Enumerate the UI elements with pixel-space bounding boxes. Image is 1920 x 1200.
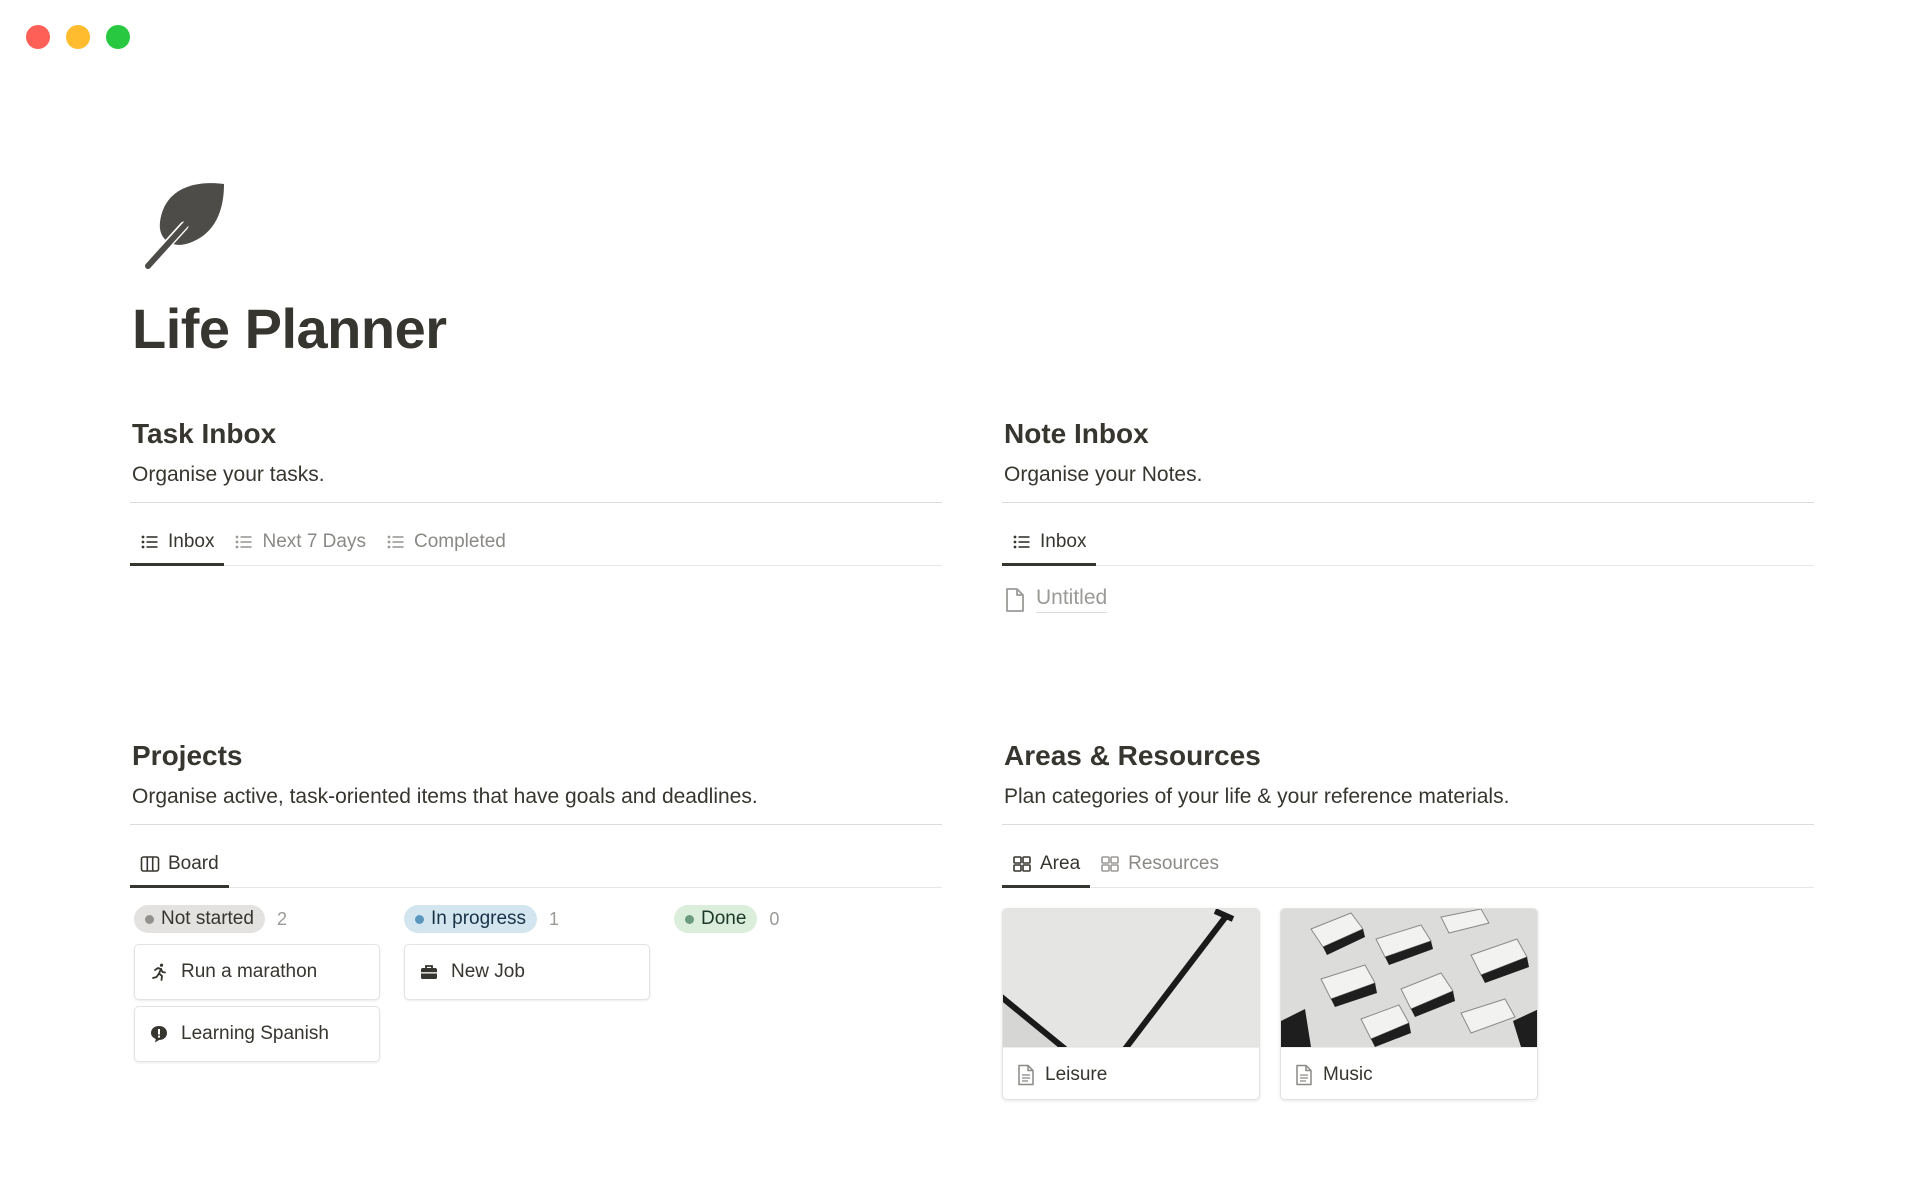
zoom-window-button[interactable]: [106, 25, 130, 49]
gallery-view: Leisure Music: [1002, 908, 1538, 1100]
list-icon: [1013, 535, 1030, 548]
task-inbox-tabs: Inbox Next 7 Days Completed: [130, 518, 942, 566]
tab-resources[interactable]: Resources: [1090, 840, 1229, 887]
status-badge[interactable]: Not started: [134, 905, 265, 933]
page-icon: [1006, 587, 1024, 612]
status-dot: [145, 914, 154, 924]
card-title: Leisure: [1045, 1063, 1108, 1085]
close-window-button[interactable]: [26, 25, 50, 49]
tab-label: Inbox: [168, 530, 215, 552]
tab-label: Board: [168, 852, 219, 874]
tab-board[interactable]: Board: [130, 840, 229, 888]
note-title: Untitled: [1036, 586, 1108, 613]
list-item[interactable]: Untitled: [1004, 586, 1108, 613]
board-column-in-progress: In progress 1 New Job: [404, 904, 650, 1068]
tab-completed[interactable]: Completed: [376, 518, 516, 565]
minimize-window-button[interactable]: [66, 25, 90, 49]
board-card[interactable]: Learning Spanish: [134, 1006, 380, 1062]
tab-next-7-days[interactable]: Next 7 Days: [224, 518, 375, 565]
tab-label: Next 7 Days: [262, 530, 366, 552]
column-count: 2: [276, 908, 287, 929]
divider: [1002, 502, 1814, 503]
leaf-icon[interactable]: [140, 178, 236, 274]
board-column-done: Done 0: [674, 904, 920, 1068]
status-dot: [415, 914, 424, 924]
divider: [130, 502, 942, 503]
areas-resources-section: Areas & Resources Plan categories of you…: [1002, 740, 1814, 1120]
card-title: Music: [1323, 1063, 1373, 1085]
status-label: In progress: [431, 908, 527, 929]
status-badge[interactable]: In progress: [404, 905, 538, 933]
tab-label: Resources: [1128, 852, 1219, 874]
gallery-card-leisure[interactable]: Leisure: [1002, 908, 1260, 1100]
abstract-lines-cover: [1003, 909, 1259, 1047]
gallery-icon: [1101, 855, 1119, 872]
page-icon: [1296, 1064, 1312, 1085]
task-inbox-description: Organise your tasks.: [132, 463, 325, 486]
scattered-blocks-cover: [1281, 909, 1537, 1047]
board-card[interactable]: Run a marathon: [134, 944, 380, 1000]
kanban-board: Not started 2 Run a marathon Learning Sp…: [134, 904, 920, 1068]
window-controls: [26, 25, 130, 49]
note-inbox-tabs: Inbox: [1002, 518, 1814, 566]
list-icon: [141, 535, 158, 548]
card-title: Learning Spanish: [181, 1023, 329, 1044]
board-column-not-started: Not started 2 Run a marathon Learning Sp…: [134, 904, 380, 1068]
board-card[interactable]: New Job: [404, 944, 650, 1000]
areas-resources-title[interactable]: Areas & Resources: [1004, 740, 1261, 772]
status-label: Done: [701, 908, 747, 929]
card-title: New Job: [451, 961, 525, 982]
briefcase-icon: [421, 965, 437, 979]
areas-resources-tabs: Area Resources: [1002, 840, 1814, 888]
projects-section: Projects Organise active, task-oriented …: [130, 740, 942, 1080]
areas-resources-description: Plan categories of your life & your refe…: [1004, 785, 1510, 808]
tab-label: Area: [1040, 852, 1081, 874]
note-inbox-title[interactable]: Note Inbox: [1004, 418, 1149, 450]
column-count: 1: [549, 908, 560, 929]
list-icon: [236, 535, 252, 548]
gallery-card-music[interactable]: Music: [1280, 908, 1538, 1100]
board-icon: [140, 855, 160, 872]
projects-tabs: Board: [130, 840, 942, 888]
divider: [1002, 824, 1814, 825]
page-title[interactable]: Life Planner: [132, 296, 447, 361]
status-badge[interactable]: Done: [674, 905, 758, 933]
task-inbox-title[interactable]: Task Inbox: [132, 418, 276, 450]
list-icon: [387, 535, 404, 548]
tab-area[interactable]: Area: [1002, 840, 1091, 888]
projects-description: Organise active, task-oriented items tha…: [132, 785, 758, 808]
runner-icon: [152, 963, 166, 981]
column-count: 0: [769, 908, 780, 929]
task-inbox-section: Task Inbox Organise your tasks. Inbox Ne…: [130, 418, 942, 578]
status-label: Not started: [161, 908, 254, 929]
projects-title[interactable]: Projects: [132, 740, 243, 772]
tab-label: Inbox: [1040, 530, 1087, 552]
divider: [130, 824, 942, 825]
tab-label: Completed: [413, 530, 506, 552]
page-icon: [1018, 1064, 1034, 1085]
note-inbox-section: Note Inbox Organise your Notes. Inbox Un…: [1002, 418, 1814, 638]
tab-inbox[interactable]: Inbox: [130, 518, 225, 566]
status-dot: [685, 914, 694, 924]
gallery-icon: [1013, 855, 1031, 872]
speech-bubble-icon: [151, 1026, 167, 1043]
card-title: Run a marathon: [181, 961, 318, 982]
tab-inbox[interactable]: Inbox: [1002, 518, 1097, 566]
note-inbox-description: Organise your Notes.: [1004, 463, 1203, 486]
